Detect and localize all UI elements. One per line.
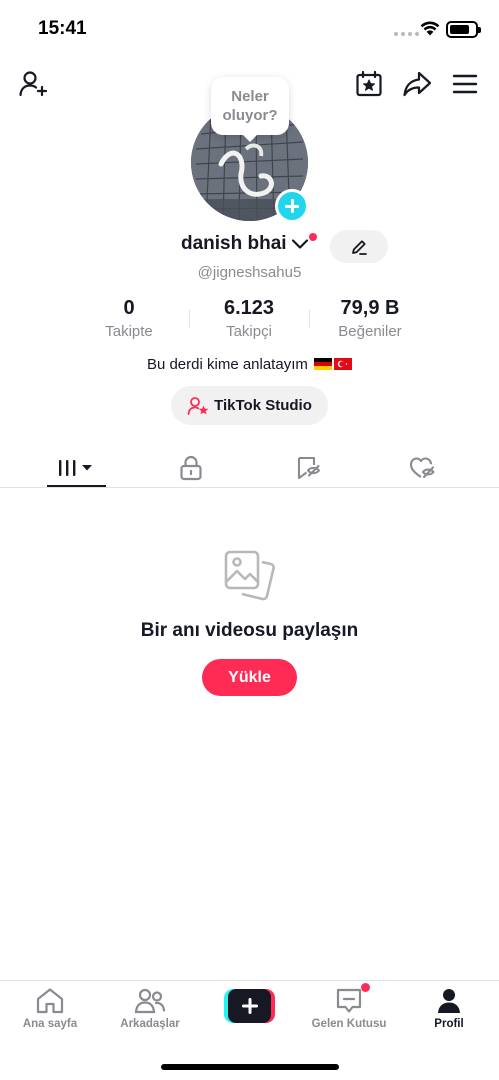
- following-stat[interactable]: 0 Takipte: [69, 296, 189, 340]
- nav-home-label: Ana sayfa: [22, 1018, 78, 1030]
- friends-icon: [134, 988, 166, 1014]
- nav-friends[interactable]: Arkadaşlar: [100, 987, 200, 1030]
- following-label: Takipte: [105, 323, 153, 340]
- status-bubble[interactable]: Neler oluyor?: [211, 77, 289, 142]
- tabs-divider: [0, 487, 499, 488]
- empty-state-title: Bir anı videosu paylaşın: [140, 620, 359, 641]
- username: danish bhai: [181, 233, 287, 254]
- followers-stat[interactable]: 6.123 Takipçi: [189, 296, 309, 340]
- likes-stat[interactable]: 79,9 B Beğeniler: [310, 296, 430, 340]
- nav-inbox[interactable]: Gelen Kutusu: [299, 987, 399, 1030]
- signal-icon: [394, 32, 419, 36]
- notification-dot: [309, 233, 317, 241]
- lock-icon: [180, 455, 202, 481]
- grid-videos-icon: [59, 460, 92, 476]
- share-icon[interactable]: [401, 68, 433, 100]
- germany-flag-icon: [314, 358, 333, 370]
- likes-count: 79,9 B: [340, 297, 400, 319]
- bookmark-hidden-icon: [297, 456, 321, 480]
- heart-hidden-icon: [409, 457, 435, 479]
- status-time: 15:41: [38, 18, 87, 39]
- nav-profile-label: Profil: [434, 1018, 464, 1030]
- create-button[interactable]: [224, 989, 275, 1023]
- nav-home[interactable]: Ana sayfa: [0, 987, 100, 1030]
- pencil-icon: [352, 239, 367, 255]
- edit-profile-button[interactable]: [330, 230, 388, 263]
- home-indicator: [161, 1064, 339, 1070]
- tab-videos[interactable]: [22, 448, 132, 488]
- followers-count: 6.123: [223, 297, 275, 319]
- tab-favorites[interactable]: [253, 448, 363, 488]
- wifi-icon: [420, 21, 440, 36]
- likes-label: Beğeniler: [338, 323, 402, 340]
- calendar-star-icon[interactable]: [353, 68, 385, 100]
- studio-person-star-icon: [187, 396, 209, 415]
- battery-icon: [446, 21, 481, 38]
- plus-icon: [241, 998, 258, 1014]
- upload-button[interactable]: Yükle: [202, 659, 297, 696]
- menu-icon[interactable]: [449, 68, 481, 100]
- add-friend-icon[interactable]: [17, 68, 49, 100]
- followers-label: Takipçi: [226, 323, 272, 340]
- tab-liked[interactable]: [368, 448, 478, 488]
- photos-icon: [224, 550, 275, 601]
- following-count: 0: [123, 297, 135, 319]
- inbox-notification-dot: [361, 983, 370, 992]
- nav-inbox-label: Gelen Kutusu: [311, 1018, 387, 1030]
- profile-icon: [438, 989, 460, 1013]
- nav-friends-label: Arkadaşlar: [120, 1018, 180, 1030]
- turkey-flag-icon: [334, 358, 353, 370]
- inbox-icon: [336, 988, 362, 1013]
- status-bar: 15:41: [0, 0, 499, 56]
- account-switcher[interactable]: danish bhai: [181, 233, 309, 255]
- tab-private[interactable]: [136, 448, 246, 488]
- bio-text: Bu derdi kime anlatayım: [146, 356, 308, 373]
- tiktok-studio-button[interactable]: TikTok Studio: [171, 386, 328, 425]
- home-icon: [36, 988, 64, 1014]
- tiktok-studio-label: TikTok Studio: [214, 397, 312, 414]
- chevron-down-icon: [291, 239, 308, 249]
- bio: Bu derdi kime anlatayım: [0, 356, 499, 373]
- user-handle: @jigneshsahu5: [197, 264, 302, 281]
- nav-profile[interactable]: Profil: [399, 987, 499, 1030]
- add-story-button[interactable]: [275, 189, 309, 223]
